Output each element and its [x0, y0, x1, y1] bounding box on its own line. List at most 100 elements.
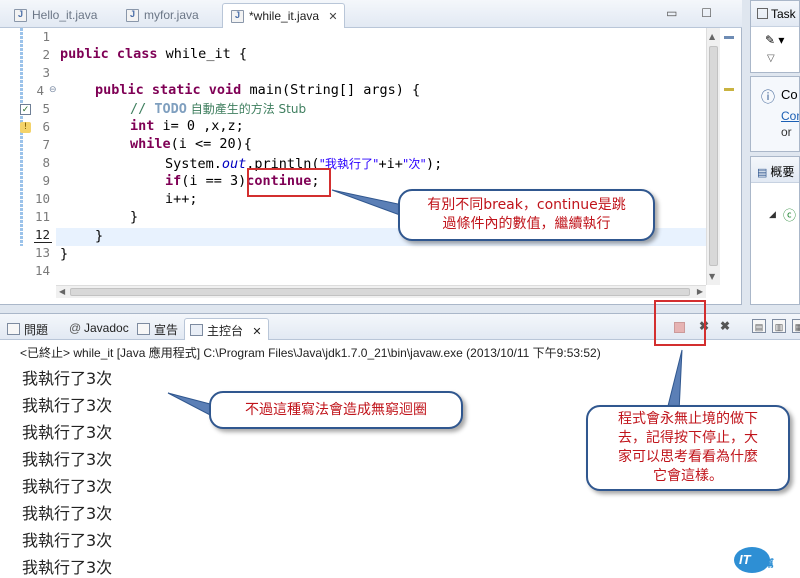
- callout-text: 程式會永無止境的做下: [618, 411, 758, 427]
- tab-myfor[interactable]: myfor.java: [118, 3, 205, 28]
- info-icon: ⓘ: [761, 89, 775, 105]
- scroll-down-icon[interactable]: ▼: [709, 272, 715, 281]
- editor-horizontal-scrollbar[interactable]: ◀ ▶: [56, 285, 706, 298]
- code-text: );: [425, 156, 443, 172]
- code-line-5-comment[interactable]: // TODO 自動產生的方法 Stub: [130, 100, 306, 117]
- tab-while-it[interactable]: *while_it.java ✕: [222, 3, 345, 28]
- code-line-12[interactable]: }: [95, 228, 103, 244]
- overview-ruler[interactable]: [722, 28, 736, 285]
- task-list-panel: Task ✎ ▾ ▽: [750, 0, 800, 73]
- callout-text: 家可以思考看看為什麼: [618, 449, 758, 465]
- scroll-thumb[interactable]: [709, 46, 718, 266]
- code-line-10[interactable]: i++;: [165, 191, 198, 207]
- outline-panel: ▤ 概要 ◢ ⓒ: [750, 156, 800, 305]
- tab-label: myfor.java: [144, 8, 199, 22]
- java-file-icon: [14, 9, 27, 22]
- tab-hello-it[interactable]: Hello_it.java: [6, 3, 103, 28]
- window-controls[interactable]: ▭ ☐: [666, 6, 722, 20]
- code-line-2[interactable]: public class while_it {: [60, 46, 247, 62]
- code-editor: Hello_it.java myfor.java *while_it.java …: [0, 0, 742, 305]
- line-number: 14: [34, 263, 50, 278]
- code-text: i= 0 ,x,z;: [154, 118, 244, 134]
- console-output-line: 我執行了3次: [22, 423, 113, 442]
- stop-button-highlight-box: [654, 300, 706, 346]
- close-icon[interactable]: ✕: [328, 10, 337, 23]
- tree-expand-icon[interactable]: ◢: [769, 209, 776, 220]
- todo-tag: TODO: [154, 101, 187, 117]
- scroll-thumb[interactable]: [70, 288, 690, 296]
- java-file-icon: [126, 9, 139, 22]
- console-output-line: 我執行了3次: [22, 450, 113, 469]
- code-text: (i == 3): [181, 173, 247, 189]
- scroll-left-icon[interactable]: ◀: [59, 287, 65, 296]
- close-icon[interactable]: ✕: [252, 326, 261, 338]
- fold-collapse-icon[interactable]: ⊖: [49, 85, 57, 95]
- or-text: or: [781, 125, 792, 139]
- tab-console[interactable]: 主控台 ✕: [184, 318, 269, 340]
- panel-header: ▤ 概要: [751, 157, 799, 183]
- overview-marker[interactable]: [724, 88, 734, 91]
- change-ruler: [20, 28, 23, 246]
- editor-tabbar: Hello_it.java myfor.java *while_it.java …: [0, 0, 742, 28]
- dropdown-icon[interactable]: ▽: [767, 53, 775, 64]
- tab-label: *while_it.java: [249, 9, 320, 23]
- tab-javadoc[interactable]: @ Javadoc: [64, 318, 135, 340]
- callout-text: 它會這樣。: [653, 468, 723, 484]
- overview-marker[interactable]: [724, 36, 734, 39]
- clear-console-icon[interactable]: ▤: [752, 319, 766, 333]
- logo-suffix: 幫: [764, 559, 774, 570]
- line-number: 9: [42, 173, 50, 188]
- pin-console-icon[interactable]: ▦: [792, 319, 800, 333]
- at-icon: @: [69, 321, 82, 335]
- connect-link[interactable]: Con: [781, 109, 799, 123]
- keyword: public class: [60, 46, 158, 62]
- code-line-4[interactable]: public static void main(String[] args) {: [95, 82, 420, 98]
- tab-label: 主控台: [207, 324, 244, 338]
- code-line-13[interactable]: }: [60, 246, 68, 262]
- code-text: +i+: [378, 156, 403, 172]
- connect-panel: ⓘ Co Con or: [750, 76, 800, 152]
- line-number: 6: [42, 119, 50, 134]
- callout-infinite-loop-note: 不過這種寫法會造成無窮迴圈: [209, 391, 463, 429]
- console-output-line: 我執行了3次: [22, 504, 113, 523]
- line-number: 7: [42, 137, 50, 152]
- line-number-current: 12: [30, 227, 52, 243]
- code-text: }: [95, 228, 104, 244]
- console-output-line: 我執行了3次: [22, 558, 113, 577]
- outline-icon: ▤: [757, 167, 768, 179]
- comment: 自動產生的方法 Stub: [186, 102, 307, 116]
- tab-problems[interactable]: 問題: [2, 318, 54, 340]
- callout-text: 過條件內的數值，繼續執行: [442, 216, 611, 232]
- scroll-up-icon[interactable]: ▲: [709, 32, 715, 41]
- tab-label: 問題: [24, 323, 49, 337]
- continue-highlight-box: [247, 168, 331, 197]
- code-line-6[interactable]: int i= 0 ,x,z;: [130, 118, 244, 134]
- tab-label: Javadoc: [84, 321, 129, 335]
- new-task-icon[interactable]: ✎ ▾: [765, 33, 784, 47]
- string-literal: "次": [402, 157, 426, 171]
- ithome-logo: IT 幫: [734, 545, 796, 575]
- scroll-lock-icon[interactable]: ▥: [772, 319, 786, 333]
- line-number: 13: [34, 245, 50, 260]
- editor-vertical-scrollbar[interactable]: ▲ ▼: [706, 28, 720, 285]
- java-file-icon: [231, 10, 244, 23]
- code-line-7[interactable]: while(i <= 20){: [130, 136, 252, 152]
- panel-title: 概要: [770, 165, 795, 179]
- line-number: 11: [34, 209, 50, 224]
- line-number: 2: [42, 47, 50, 62]
- code-line-11[interactable]: }: [130, 209, 138, 225]
- remove-all-terminated-icon[interactable]: ✖: [718, 319, 732, 333]
- logo-text: IT: [739, 552, 751, 567]
- keyword: public static void: [95, 82, 242, 98]
- keyword: while: [130, 136, 171, 152]
- comment: //: [130, 101, 155, 117]
- callout-continue-note: 有別不同break，continue是跳 過條件內的數值，繼續執行: [398, 189, 655, 241]
- code-text: (i <= 20){: [170, 136, 252, 152]
- line-number: 4: [36, 83, 44, 98]
- scroll-right-icon[interactable]: ▶: [697, 287, 703, 296]
- problems-icon: [7, 323, 20, 335]
- class-node-icon[interactable]: ⓒ: [783, 205, 796, 224]
- code-text: }: [60, 246, 69, 262]
- tab-declaration[interactable]: 宣告: [132, 318, 184, 340]
- callout-stop-note: 程式會永無止境的做下 去，記得按下停止，大 家可以思考看看為什麼 它會這樣。: [586, 405, 790, 491]
